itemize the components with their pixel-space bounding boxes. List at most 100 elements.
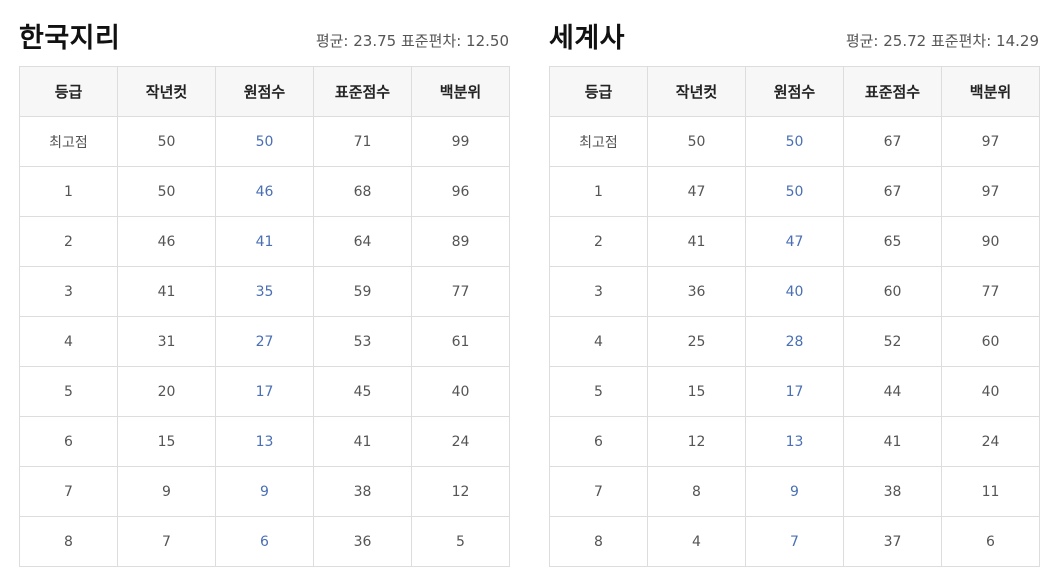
raw-score-cell: 17 [745, 366, 844, 417]
last-year-cut-cell: 50 [117, 116, 216, 167]
standard-score-cell: 65 [843, 216, 942, 267]
last-year-cut-cell: 20 [117, 366, 216, 417]
raw-score-cell: 28 [745, 316, 844, 367]
korean-geography-panel: 한국지리 평균: 23.75 표준편차: 12.50 등급 작년컷 원점수 표준… [19, 0, 510, 567]
last-year-cut-cell: 36 [647, 266, 746, 317]
grade-cell: 최고점 [19, 116, 118, 167]
standard-score-cell: 38 [313, 466, 412, 517]
grade-cell: 3 [19, 266, 118, 317]
percentile-cell: 99 [411, 116, 510, 167]
mean-value: 23.75 [353, 32, 397, 50]
raw-score-cell: 27 [215, 316, 314, 367]
standard-score-cell: 59 [313, 266, 412, 317]
sd-label: 표준편차: [931, 32, 992, 50]
grade-cell: 6 [549, 416, 648, 467]
last-year-cut-cell: 8 [647, 466, 746, 517]
table-row: 2 46 41 64 89 [19, 216, 510, 267]
standard-score-cell: 52 [843, 316, 942, 367]
raw-score-cell: 50 [215, 116, 314, 167]
raw-score-cell: 46 [215, 166, 314, 217]
table-row: 3 41 35 59 77 [19, 266, 510, 317]
last-year-cut-cell: 50 [117, 166, 216, 217]
raw-score-cell: 47 [745, 216, 844, 267]
table-row: 최고점 50 50 67 97 [549, 116, 1040, 167]
standard-score-cell: 41 [313, 416, 412, 467]
sd-value: 12.50 [466, 32, 509, 50]
standard-score-cell: 41 [843, 416, 942, 467]
header-grade: 등급 [549, 66, 648, 117]
mean-label: 평균: [845, 32, 879, 50]
standard-score-cell: 60 [843, 266, 942, 317]
table-row: 8 4 7 37 6 [549, 516, 1040, 567]
last-year-cut-cell: 15 [647, 366, 746, 417]
table-row: 5 20 17 45 40 [19, 366, 510, 417]
raw-score-cell: 50 [745, 166, 844, 217]
table-row: 7 9 9 38 12 [19, 466, 510, 517]
standard-score-cell: 64 [313, 216, 412, 267]
table-header-row: 등급 작년컷 원점수 표준점수 백분위 [549, 66, 1040, 117]
mean-value: 25.72 [883, 32, 927, 50]
grade-cell: 최고점 [549, 116, 648, 167]
header-standard-score: 표준점수 [313, 66, 412, 117]
table-row: 2 41 47 65 90 [549, 216, 1040, 267]
last-year-cut-cell: 41 [647, 216, 746, 267]
header-last-year-cut: 작년컷 [117, 66, 216, 117]
last-year-cut-cell: 4 [647, 516, 746, 567]
grade-cell: 7 [19, 466, 118, 517]
sd-value: 14.29 [996, 32, 1039, 50]
grade-cell: 2 [549, 216, 648, 267]
raw-score-cell: 13 [215, 416, 314, 467]
table-header-row: 등급 작년컷 원점수 표준점수 백분위 [19, 66, 510, 117]
percentile-cell: 96 [411, 166, 510, 217]
last-year-cut-cell: 15 [117, 416, 216, 467]
last-year-cut-cell: 41 [117, 266, 216, 317]
standard-score-cell: 36 [313, 516, 412, 567]
grade-cell: 5 [549, 366, 648, 417]
percentile-cell: 24 [411, 416, 510, 467]
standard-score-cell: 45 [313, 366, 412, 417]
raw-score-cell: 17 [215, 366, 314, 417]
last-year-cut-cell: 9 [117, 466, 216, 517]
panel-header: 한국지리 평균: 23.75 표준편차: 12.50 [19, 0, 509, 66]
last-year-cut-cell: 12 [647, 416, 746, 467]
header-raw-score: 원점수 [215, 66, 314, 117]
grade-cell: 5 [19, 366, 118, 417]
panel-title: 세계사 [549, 23, 626, 54]
grade-cell: 7 [549, 466, 648, 517]
header-raw-score: 원점수 [745, 66, 844, 117]
standard-score-cell: 44 [843, 366, 942, 417]
header-standard-score: 표준점수 [843, 66, 942, 117]
table-row: 최고점 50 50 71 99 [19, 116, 510, 167]
percentile-cell: 24 [941, 416, 1040, 467]
header-grade: 등급 [19, 66, 118, 117]
header-percentile: 백분위 [411, 66, 510, 117]
percentile-cell: 97 [941, 116, 1040, 167]
table-row: 1 47 50 67 97 [549, 166, 1040, 217]
percentile-cell: 90 [941, 216, 1040, 267]
last-year-cut-cell: 50 [647, 116, 746, 167]
sd-label: 표준편차: [401, 32, 462, 50]
raw-score-cell: 35 [215, 266, 314, 317]
grade-cell: 8 [549, 516, 648, 567]
panel-stats: 평균: 25.72 표준편차: 14.29 [846, 30, 1039, 51]
grade-table: 등급 작년컷 원점수 표준점수 백분위 최고점 50 50 67 97 1 47 50 67 9… [549, 66, 1040, 567]
percentile-cell: 12 [411, 466, 510, 517]
percentile-cell: 77 [411, 266, 510, 317]
grade-cell: 4 [549, 316, 648, 367]
standard-score-cell: 67 [843, 116, 942, 167]
percentile-cell: 5 [411, 516, 510, 567]
header-percentile: 백분위 [941, 66, 1040, 117]
table-row: 1 50 46 68 96 [19, 166, 510, 217]
grade-cell: 8 [19, 516, 118, 567]
percentile-cell: 60 [941, 316, 1040, 367]
raw-score-cell: 50 [745, 116, 844, 167]
table-row: 8 7 6 36 5 [19, 516, 510, 567]
table-row: 4 31 27 53 61 [19, 316, 510, 367]
last-year-cut-cell: 25 [647, 316, 746, 367]
grade-cell: 6 [19, 416, 118, 467]
percentile-cell: 61 [411, 316, 510, 367]
raw-score-cell: 7 [745, 516, 844, 567]
world-history-panel: 세계사 평균: 25.72 표준편차: 14.29 등급 작년컷 원점수 표준점… [549, 0, 1040, 567]
mean-label: 평균: [315, 32, 349, 50]
percentile-cell: 40 [411, 366, 510, 417]
